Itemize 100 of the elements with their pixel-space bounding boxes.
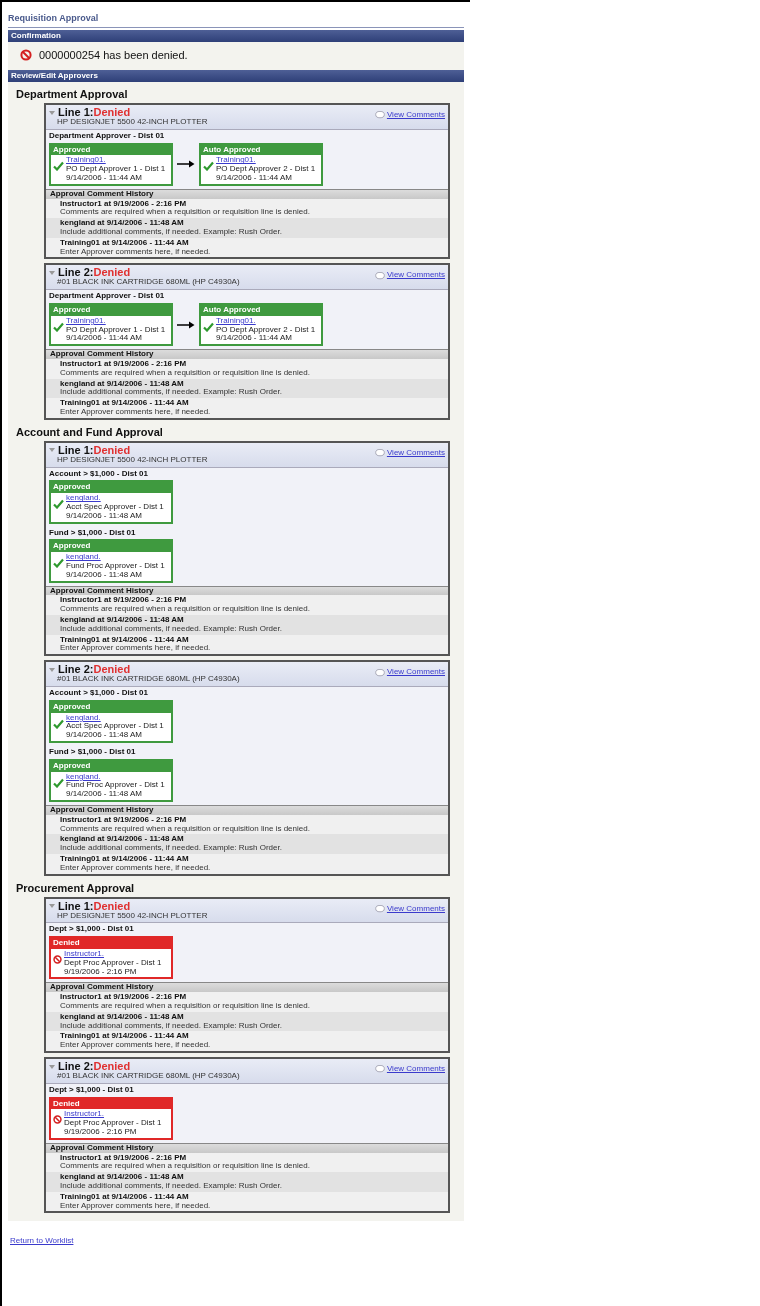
denied-icon xyxy=(53,1115,62,1125)
comment-text: Include additional comments, if needed. Example: Rush Order. xyxy=(60,228,282,237)
approver-link[interactable]: Training01. xyxy=(66,316,106,326)
comment-author: Training01 at 9/14/2006 - 11:44 AM xyxy=(60,238,189,248)
history-header: Approval Comment History xyxy=(46,188,448,199)
view-comments-link[interactable]: View Comments xyxy=(386,271,445,281)
check-icon xyxy=(203,321,214,332)
stage-label: Fund > $1,000 - Dist 01 xyxy=(49,748,137,757)
confirmation-message: 0000000254 has been denied. xyxy=(39,48,188,61)
approver-card: Approved kengland. Acct Spec Approver - Dist 1 9/14/2006 - 11:48 AM xyxy=(49,699,173,743)
stage-label: Dept > $1,000 - Dist 01 xyxy=(49,925,135,935)
line-number: Line 1: xyxy=(58,107,94,119)
view-comments-link[interactable]: View Comments xyxy=(386,1065,445,1074)
line-status: Denied xyxy=(93,444,131,456)
approver-link[interactable]: Training01. xyxy=(66,156,106,166)
stage-label: Account > $1,000 - Dist 01 xyxy=(49,689,149,698)
comment-text: Enter Approver comments here, if needed. xyxy=(60,1201,211,1211)
comment-text: Comments are required when a requisition or requisition line is denied. xyxy=(60,605,310,615)
approver-role: Acct Spec Approver - Dist 1 xyxy=(66,503,164,512)
comment-author: Training01 at 9/14/2006 - 11:44 AM xyxy=(60,1032,189,1042)
view-comments-link[interactable]: View Comments xyxy=(386,111,445,120)
comment-author: Training01 at 9/14/2006 - 11:44 AM xyxy=(60,1192,189,1201)
collapse-icon[interactable] xyxy=(49,270,55,275)
approval-date: 9/14/2006 - 11:48 AM xyxy=(66,790,142,799)
approver-link[interactable]: Instructor1. xyxy=(64,950,104,959)
comment-text: Include additional comments, if needed. Example: Rush Order. xyxy=(60,624,282,634)
comment-text: Comments are required when a requisition or requisition line is denied. xyxy=(60,824,310,834)
approver-link[interactable]: Training01. xyxy=(216,316,256,326)
comment-text: Comments are required when a requisition or requisition line is denied. xyxy=(60,368,310,378)
comment-author: kengland at 9/14/2006 - 11:48 AM xyxy=(60,379,184,388)
view-comments-link[interactable]: View Comments xyxy=(386,448,445,458)
line-status: Denied xyxy=(93,267,131,279)
comment-author: Instructor1 at 9/19/2006 - 2:16 PM xyxy=(60,596,187,606)
comment-icon xyxy=(374,1065,385,1074)
comment-author: kengland at 9/14/2006 - 11:48 AM xyxy=(60,835,184,845)
history-header: Approval Comment History xyxy=(46,982,448,993)
check-icon xyxy=(53,161,64,172)
check-icon xyxy=(53,718,64,729)
comment-author: kengland at 9/14/2006 - 11:48 AM xyxy=(60,219,184,229)
approver-link[interactable]: kengland. xyxy=(66,494,101,504)
approver-card: Approved kengland. Acct Spec Approver - Dist 1 9/14/2006 - 11:48 AM xyxy=(49,480,173,524)
item-description: HP DESIGNJET 5500 42-INCH PLOTTER xyxy=(56,455,209,465)
item-description: #01 BLACK INK CARTRIDGE 680ML (HP C4930A) xyxy=(56,1072,241,1081)
comment-text: Enter Approver comments here, if needed. xyxy=(60,1041,211,1051)
approver-role: Dept Proc Approver - Dist 1 xyxy=(64,958,162,967)
line-number: Line 2: xyxy=(58,1061,94,1073)
comment-author: Instructor1 at 9/19/2006 - 2:16 PM xyxy=(60,815,187,825)
approval-date: 9/19/2006 - 2:16 PM xyxy=(64,1128,137,1137)
comment-text: Include additional comments, if needed. Example: Rush Order. xyxy=(60,1182,282,1191)
comment-author: Instructor1 at 9/19/2006 - 2:16 PM xyxy=(60,360,187,369)
history-header: Approval Comment History xyxy=(46,349,448,359)
collapse-icon[interactable] xyxy=(49,667,55,672)
approver-role: Dept Proc Approver - Dist 1 xyxy=(64,1119,162,1128)
comment-text: Comments are required when a requisition or requisition line is denied. xyxy=(60,1002,310,1011)
section-title: Department Approval xyxy=(15,87,129,102)
approver-card: Denied Instructor1. Dept Proc Approver - Dist 1 9/19/2006 - 2:16 PM xyxy=(49,936,173,980)
comment-text: Include additional comments, if needed. Example: Rush Order. xyxy=(60,388,282,398)
comment-icon xyxy=(374,111,385,120)
item-description: #01 BLACK INK CARTRIDGE 680ML (HP C4930A) xyxy=(56,675,241,685)
section-header: Confirmation xyxy=(8,29,464,42)
approver-role: PO Dept Approver 2 - Dist 1 xyxy=(216,165,316,175)
line-number: Line 1: xyxy=(58,900,94,912)
stage-label: Account > $1,000 - Dist 01 xyxy=(49,469,149,479)
comment-text: Enter Approver comments here, if needed. xyxy=(60,408,211,417)
view-comments-link[interactable]: View Comments xyxy=(386,668,445,678)
return-link[interactable]: Return to Worklist xyxy=(10,1236,74,1246)
comment-author: kengland at 9/14/2006 - 11:48 AM xyxy=(60,1012,184,1021)
approver-card: Auto Approved Training01. PO Dept Approver 2 - Dist 1 9/14/2006 - 11:44 AM xyxy=(199,142,323,186)
view-comments-link[interactable]: View Comments xyxy=(386,904,445,914)
comment-author: Instructor1 at 9/19/2006 - 2:16 PM xyxy=(60,993,187,1003)
arrow-icon xyxy=(177,320,195,329)
collapse-icon[interactable] xyxy=(49,904,55,909)
collapse-icon[interactable] xyxy=(49,110,55,115)
check-icon xyxy=(53,558,64,569)
line-status: Denied xyxy=(93,107,131,119)
approver-card: Auto Approved Training01. PO Dept Approver 2 - Dist 1 9/14/2006 - 11:44 AM xyxy=(199,303,323,347)
collapse-icon[interactable] xyxy=(49,448,55,453)
comment-icon xyxy=(374,668,385,677)
section-title: Account and Fund Approval xyxy=(15,424,164,440)
approver-role: PO Dept Approver 1 - Dist 1 xyxy=(66,325,166,334)
item-description: #01 BLACK INK CARTRIDGE 680ML (HP C4930A) xyxy=(56,278,241,288)
approver-role: Fund Proc Approver - Dist 1 xyxy=(66,781,165,791)
approver-card: Denied Instructor1. Dept Proc Approver - Dist 1 9/19/2006 - 2:16 PM xyxy=(49,1096,173,1140)
history-header: Approval Comment History xyxy=(46,1142,448,1153)
comment-text: Include additional comments, if needed. Example: Rush Order. xyxy=(60,1021,282,1031)
comment-author: Instructor1 at 9/19/2006 - 2:16 PM xyxy=(60,1153,187,1163)
approver-role: Fund Proc Approver - Dist 1 xyxy=(66,562,165,571)
collapse-icon[interactable] xyxy=(49,1064,55,1069)
denied-icon xyxy=(53,955,62,965)
check-icon xyxy=(203,161,214,172)
comment-author: Training01 at 9/14/2006 - 11:44 AM xyxy=(60,855,189,864)
approver-link[interactable]: kengland. xyxy=(66,772,101,782)
approver-link[interactable]: Instructor1. xyxy=(64,1110,104,1120)
approver-card: Approved kengland. Fund Proc Approver - Dist 1 9/14/2006 - 11:48 AM xyxy=(49,539,173,583)
approver-link[interactable]: kengland. xyxy=(66,553,101,563)
comment-text: Include additional comments, if needed. Example: Rush Order. xyxy=(60,844,282,853)
approval-date: 9/14/2006 - 11:44 AM xyxy=(216,174,292,183)
approval-date: 9/14/2006 - 11:44 AM xyxy=(66,174,142,183)
approver-link[interactable]: Training01. xyxy=(216,156,256,166)
approver-link[interactable]: kengland. xyxy=(66,713,101,723)
